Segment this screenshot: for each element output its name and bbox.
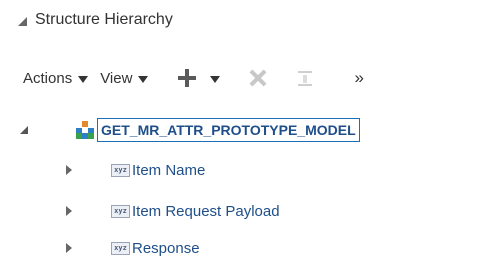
add-icon <box>178 69 197 87</box>
overflow-icon[interactable]: » <box>354 68 364 88</box>
chevron-down-icon <box>78 75 89 83</box>
tree-root-label[interactable]: GET_MR_ATTR_PROTOTYPE_MODEL <box>97 118 360 142</box>
view-menu[interactable]: View <box>100 69 149 87</box>
expand-icon[interactable] <box>66 165 72 175</box>
actions-menu-label: Actions <box>23 69 73 87</box>
xyz-type-icon: xyz <box>111 204 130 218</box>
xyz-type-icon: xyz <box>111 163 130 177</box>
expand-icon[interactable] <box>66 243 72 253</box>
collapse-panel-icon[interactable] <box>18 16 27 26</box>
tree-node-label[interactable]: Response <box>132 240 200 257</box>
view-menu-label: View <box>100 69 133 87</box>
actions-menu[interactable]: Actions <box>23 69 89 87</box>
tree-node-label[interactable]: Item Request Payload <box>132 203 280 220</box>
align-icon[interactable] <box>298 69 313 87</box>
chevron-down-icon[interactable] <box>210 75 221 83</box>
toolbar: Actions View » <box>23 64 364 92</box>
xyz-type-icon: xyz <box>111 241 130 255</box>
panel-header[interactable]: Structure Hierarchy <box>18 9 173 31</box>
expand-collapse-icon[interactable] <box>20 126 28 134</box>
chevron-down-icon <box>138 75 149 83</box>
add-button[interactable] <box>178 69 221 87</box>
tree-node-label[interactable]: Item Name <box>132 162 205 179</box>
panel-title: Structure Hierarchy <box>35 11 173 28</box>
delete-icon[interactable] <box>250 70 266 86</box>
model-icon <box>76 121 94 139</box>
expand-icon[interactable] <box>66 206 72 216</box>
